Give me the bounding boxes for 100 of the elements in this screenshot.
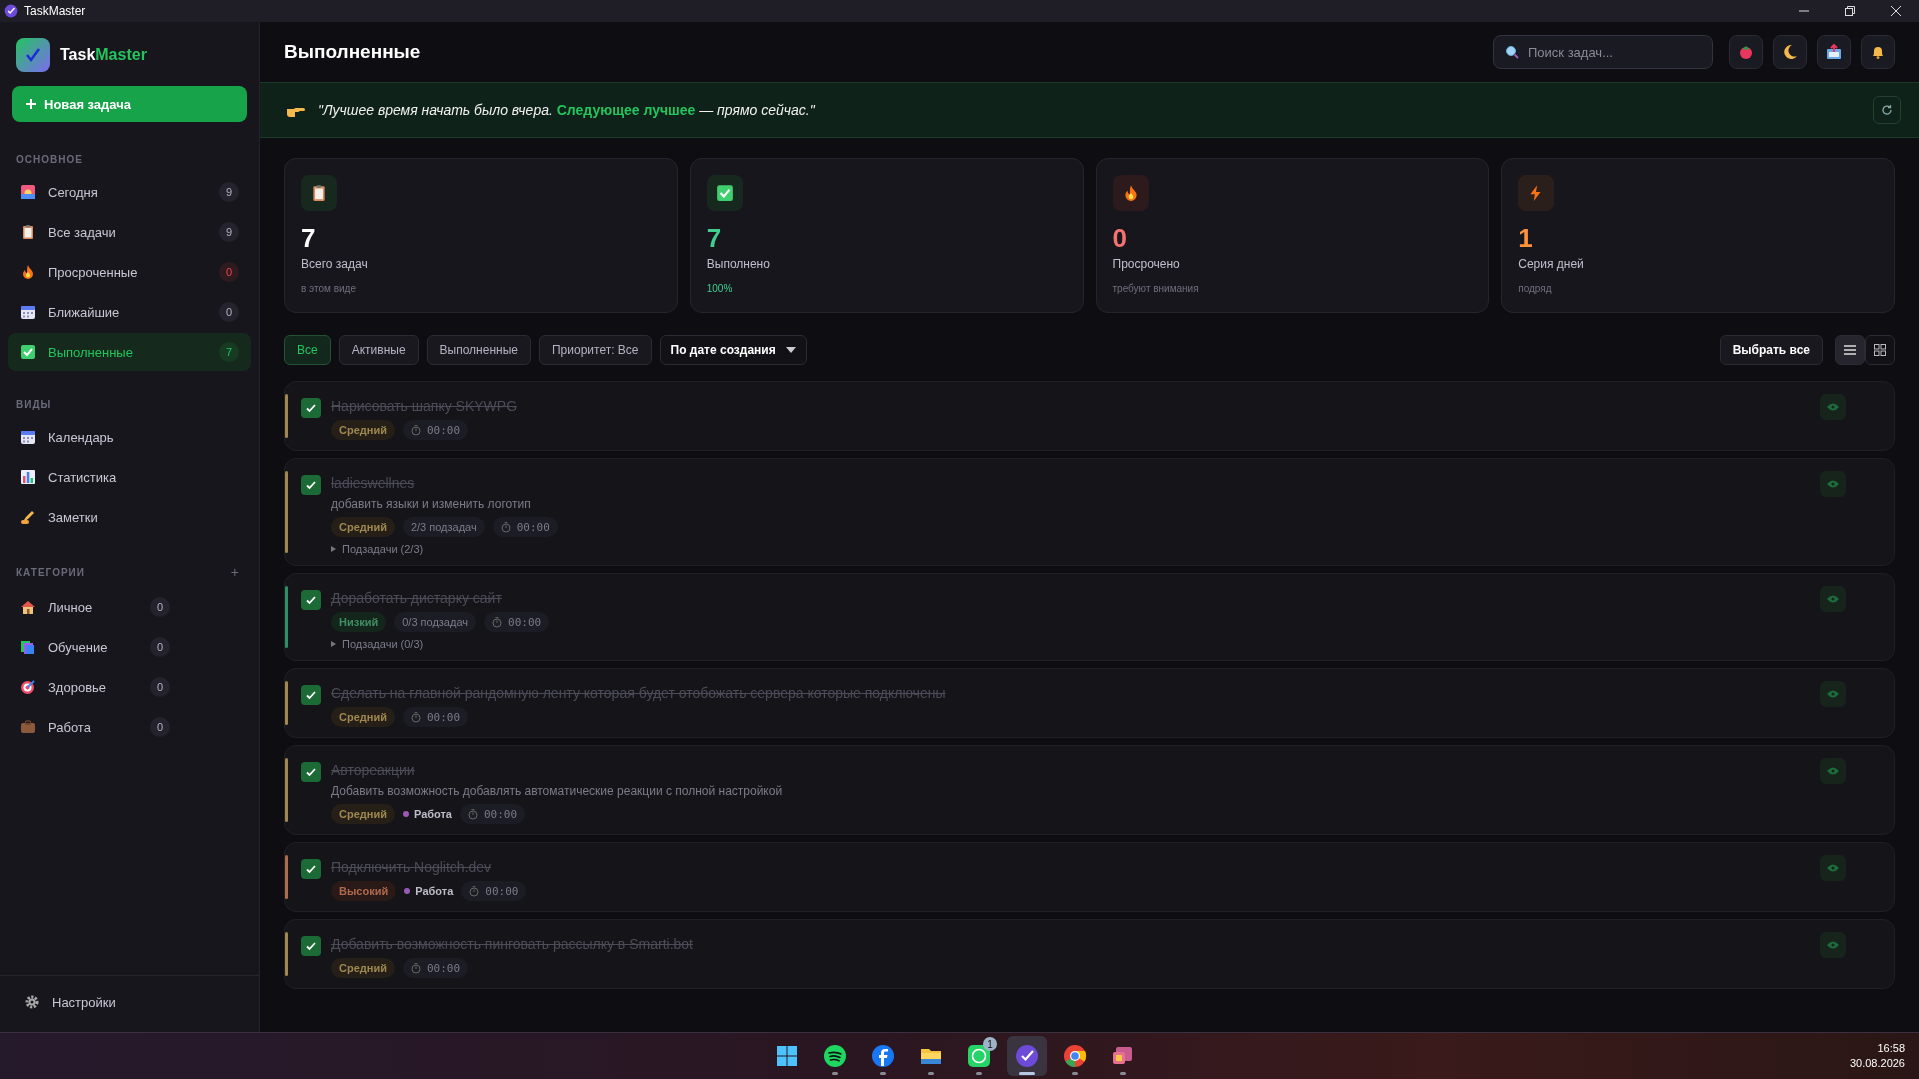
search-field[interactable]: Поиск задач... (1493, 35, 1713, 69)
music-app-icon (822, 1044, 847, 1068)
priority-stripe (285, 681, 288, 725)
flame-icon (20, 264, 36, 280)
task-title: Доработать дистарку сайт (331, 590, 503, 606)
taskbar-app-button[interactable] (1006, 1036, 1047, 1076)
checkmark-icon (715, 184, 734, 202)
timer-pill: 00:00 (402, 420, 469, 440)
priority-stripe (285, 758, 288, 822)
task-title: ladieswellnes (331, 475, 416, 491)
calendar-icon (20, 304, 36, 320)
nav-item[interactable]: Ближайшие 0 (8, 293, 251, 331)
app-logo-text: TaskMaster (60, 46, 147, 64)
nav-label: Здоровье (48, 679, 108, 695)
nav-item[interactable]: Просроченные 0 (8, 253, 251, 291)
nav-item[interactable]: Календарь (8, 418, 251, 456)
nav-item[interactable]: Сегодня 9 (8, 173, 251, 211)
nav-item[interactable]: Выполненные 7 (8, 333, 251, 371)
task-checkbox[interactable] (301, 936, 321, 956)
nav-label: Просроченные (48, 264, 139, 280)
count-badge: 0 (150, 637, 170, 657)
notifications-button[interactable] (1861, 35, 1895, 69)
nav-label: Заметки (48, 509, 99, 525)
subtasks-toggle[interactable]: Подзадачи (0/3) (331, 638, 424, 650)
view-button[interactable] (1820, 758, 1846, 784)
timer-pill: 00:00 (492, 517, 558, 537)
task-checkbox[interactable] (301, 762, 321, 782)
priority-tag: Средний (331, 517, 395, 537)
nav-label: Обучение (48, 639, 109, 655)
sort-dropdown[interactable]: По дате создания (659, 335, 807, 365)
theme-toggle-button[interactable] (1773, 35, 1807, 69)
expand-caret-icon (331, 641, 336, 647)
stat-label: Серия дней (1518, 257, 1584, 271)
stat-value: 0 (1112, 225, 1127, 251)
tomato-timer-button[interactable] (1729, 35, 1763, 69)
nav-label: Сегодня (48, 184, 99, 200)
nav-item[interactable]: Личное 0 (8, 588, 182, 626)
stat-label: Просрочено (1112, 257, 1180, 271)
nav-item[interactable]: Все задачи 9 (8, 213, 251, 251)
subtask-count: 0/3 подзадач (394, 612, 476, 632)
section-title: ВИДЫ (16, 399, 52, 410)
task-title: Добавить возможность пинговать рассылку в Smarti.bot (331, 936, 694, 952)
nav-label: Выполненные (48, 344, 134, 360)
filter-tab[interactable]: Выполненные (426, 335, 531, 365)
taskbar-app-button[interactable]: 1 (958, 1036, 999, 1076)
window-title: TaskMaster (24, 4, 87, 18)
bell-icon (1870, 44, 1886, 60)
priority-stripe (285, 586, 288, 648)
priority-tag: Средний (331, 804, 395, 824)
filter-tab[interactable]: Активные (338, 335, 419, 365)
subtasks-toggle[interactable]: Подзадачи (2/3) (331, 543, 424, 555)
nav-item[interactable]: Здоровье 0 (8, 668, 182, 706)
filter-tab[interactable]: Все (284, 335, 331, 365)
target-icon (20, 679, 36, 695)
priority-tag: Средний (331, 958, 395, 978)
timer-pill: 00:00 (461, 881, 527, 901)
task-checkbox[interactable] (301, 398, 321, 418)
social-app-icon (870, 1044, 895, 1068)
quote-text: "Лучшее время начать было вчера. Следующее лучшее — прямо сейчас." (318, 102, 816, 118)
task-title: Сделать на главной рандомную ленту которая будет отобожать сервера которые подключены (331, 685, 947, 701)
house-icon (20, 599, 36, 615)
task-checkbox[interactable] (301, 859, 321, 879)
nav-label: Календарь (48, 429, 115, 445)
timer-pill: 00:00 (460, 804, 526, 824)
select-all-button[interactable]: Выбрать все (1719, 335, 1823, 365)
list-view-button[interactable] (1835, 335, 1865, 365)
stopwatch-icon (492, 616, 502, 628)
task-checkbox[interactable] (301, 590, 321, 610)
eye-icon (1827, 767, 1839, 775)
view-button[interactable] (1820, 681, 1846, 707)
grid-view-button[interactable] (1865, 335, 1895, 365)
view-button[interactable] (1820, 586, 1846, 612)
nav-item[interactable]: Заметки (8, 498, 251, 536)
priority-tag: Низкий (331, 612, 387, 632)
refresh-button[interactable] (1873, 96, 1901, 124)
section-title: КАТЕГОРИИ (16, 566, 85, 578)
view-button[interactable] (1820, 932, 1846, 958)
calendar-icon (20, 429, 36, 445)
caret-icon (785, 347, 796, 353)
nav-item[interactable]: Обучение 0 (8, 628, 182, 666)
task-title: Нарисовать шапку SKYWPG (331, 398, 519, 414)
task-checkbox[interactable] (301, 475, 321, 495)
stopwatch-icon (469, 885, 480, 897)
grid-icon (1874, 344, 1886, 356)
subtask-count: 2/3 подзадач (402, 517, 485, 537)
priority-filter-button[interactable]: Приоритет: Все (539, 335, 652, 365)
view-button[interactable] (1820, 471, 1846, 497)
restore-icon (1845, 6, 1855, 16)
stopwatch-icon (410, 962, 421, 974)
briefcase-icon (20, 719, 36, 735)
task-checkbox[interactable] (301, 685, 321, 705)
nav-item[interactable]: Работа 0 (8, 708, 182, 746)
tomato-icon (1738, 44, 1754, 60)
settings-button[interactable]: Настройки (16, 990, 124, 1014)
nav-item[interactable]: Статистика (8, 458, 251, 496)
timer-pill: 00:00 (402, 707, 469, 727)
stat-value: 7 (706, 225, 722, 251)
view-button[interactable] (1820, 394, 1846, 420)
export-button[interactable] (1817, 35, 1851, 69)
view-button[interactable] (1820, 855, 1846, 881)
